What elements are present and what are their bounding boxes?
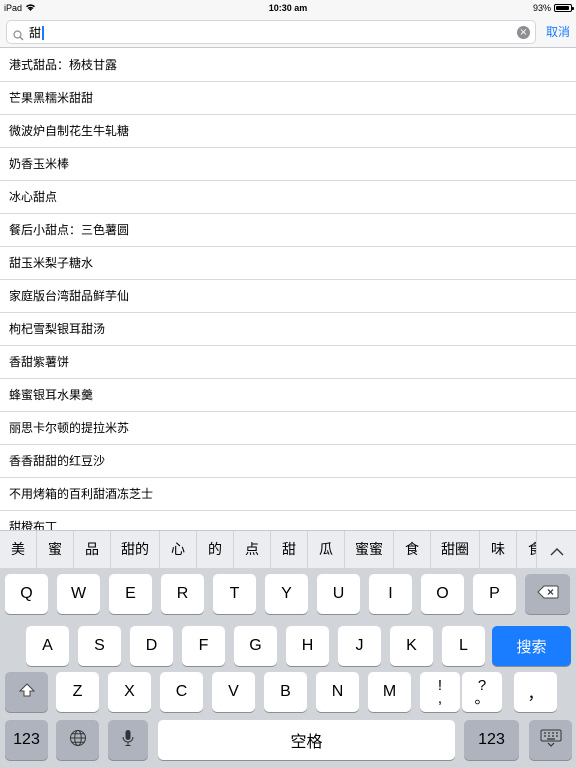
- candidate-word[interactable]: 甜的: [111, 530, 160, 569]
- result-item[interactable]: 不用烤箱的百利甜酒冻芝士: [0, 478, 576, 511]
- key-l[interactable]: L: [442, 626, 485, 666]
- candidate-word[interactable]: 甜圈: [431, 530, 480, 569]
- result-item[interactable]: 芒果黑糯米甜甜: [0, 82, 576, 115]
- result-item[interactable]: 蜂蜜银耳水果羹: [0, 379, 576, 412]
- candidate-word[interactable]: 蜜蜜: [345, 530, 394, 569]
- key-j[interactable]: J: [338, 626, 381, 666]
- microphone-icon: [122, 729, 134, 752]
- clear-icon[interactable]: ×: [517, 26, 530, 39]
- search-key[interactable]: 搜索: [492, 626, 571, 666]
- result-item[interactable]: 冰心甜点: [0, 181, 576, 214]
- dictation-key[interactable]: [108, 720, 148, 760]
- result-item[interactable]: 家庭版台湾甜品鲜芋仙: [0, 280, 576, 313]
- key-t[interactable]: T: [213, 574, 256, 614]
- candidate-word[interactable]: 美: [0, 530, 37, 569]
- status-bar: iPad 10:30 am 93%: [0, 0, 576, 16]
- search-input[interactable]: [29, 23, 509, 41]
- key-f[interactable]: F: [182, 626, 225, 666]
- key-comma[interactable]: ，: [514, 672, 557, 712]
- globe-icon: [69, 729, 87, 752]
- result-item[interactable]: 甜玉米梨子糖水: [0, 247, 576, 280]
- result-item[interactable]: 枸杞雪梨银耳甜汤: [0, 313, 576, 346]
- key-u[interactable]: U: [317, 574, 360, 614]
- key-d[interactable]: D: [130, 626, 173, 666]
- backspace-key[interactable]: [525, 574, 570, 614]
- key-s[interactable]: S: [78, 626, 121, 666]
- result-item[interactable]: 港式甜品：杨枝甘露: [0, 49, 576, 82]
- result-item[interactable]: 香香甜甜的红豆沙: [0, 445, 576, 478]
- key-i[interactable]: I: [369, 574, 412, 614]
- clock: 10:30 am: [268, 3, 308, 13]
- battery-level: [556, 6, 570, 10]
- candidate-word[interactable]: 食: [394, 530, 431, 569]
- results-list: 港式甜品：杨枝甘露 芒果黑糯米甜甜 微波炉自制花生牛轧糖 奶香玉米棒 冰心甜点 餐后小甜点…: [0, 49, 576, 530]
- key-punct2[interactable]: ?。: [462, 672, 502, 712]
- globe-key[interactable]: [56, 720, 99, 760]
- key-k[interactable]: K: [390, 626, 433, 666]
- candidate-word[interactable]: 点: [234, 530, 271, 569]
- key-e[interactable]: E: [109, 574, 152, 614]
- key-n[interactable]: N: [316, 672, 359, 712]
- key-v[interactable]: V: [212, 672, 255, 712]
- search-icon: [13, 26, 24, 45]
- shift-key[interactable]: [5, 672, 48, 712]
- key-b[interactable]: B: [264, 672, 307, 712]
- space-key[interactable]: 空格: [158, 720, 455, 760]
- key-m[interactable]: M: [368, 672, 411, 712]
- battery-percent: 93%: [532, 3, 551, 13]
- text-cursor: [42, 26, 44, 40]
- result-item[interactable]: 餐后小甜点：三色薯圆: [0, 214, 576, 247]
- candidate-word[interactable]: 瓜: [308, 530, 345, 569]
- candidate-word[interactable]: 的: [197, 530, 234, 569]
- key-a[interactable]: A: [26, 626, 69, 666]
- candidate-word[interactable]: 甜: [271, 530, 308, 569]
- numbers-key-right[interactable]: 123: [464, 720, 519, 760]
- key-z[interactable]: Z: [56, 672, 99, 712]
- search-field[interactable]: ×: [6, 20, 536, 44]
- candidate-word[interactable]: 味: [480, 530, 517, 569]
- candidate-word[interactable]: 品: [74, 530, 111, 569]
- result-item[interactable]: 甜橙布丁: [0, 511, 576, 530]
- key-p[interactable]: P: [473, 574, 516, 614]
- search-bar: × 取消: [0, 16, 576, 48]
- cancel-button[interactable]: 取消: [546, 23, 570, 40]
- punct-bottom: ,: [437, 690, 443, 707]
- key-q[interactable]: Q: [5, 574, 48, 614]
- key-o[interactable]: O: [421, 574, 464, 614]
- result-item[interactable]: 微波炉自制花生牛轧糖: [0, 115, 576, 148]
- key-y[interactable]: Y: [265, 574, 308, 614]
- key-x[interactable]: X: [108, 672, 151, 712]
- collapse-candidates-button[interactable]: [536, 531, 576, 569]
- result-item[interactable]: 奶香玉米棒: [0, 148, 576, 181]
- hide-keyboard-key[interactable]: [529, 720, 572, 760]
- candidate-bar: 美蜜品甜的心的点甜瓜蜜蜜食甜圈味食: [0, 530, 576, 569]
- numbers-key[interactable]: 123: [5, 720, 48, 760]
- shift-icon: [18, 682, 35, 702]
- chevron-up-icon: [550, 541, 564, 560]
- punct-bottom: 。: [474, 690, 490, 707]
- key-r[interactable]: R: [161, 574, 204, 614]
- key-h[interactable]: H: [286, 626, 329, 666]
- candidate-word[interactable]: 心: [160, 530, 197, 569]
- result-item[interactable]: 丽思卡尔顿的提拉米苏: [0, 412, 576, 445]
- result-item[interactable]: 香甜紫薯饼: [0, 346, 576, 379]
- backspace-icon: [536, 585, 559, 604]
- key-c[interactable]: C: [160, 672, 203, 712]
- keyboard: Q W E R T Y U I O P A S D F G H J K L 搜索 Z X C V B N M!,?。， 123 空格 12…: [0, 568, 576, 768]
- key-w[interactable]: W: [57, 574, 100, 614]
- key-punct1[interactable]: !,: [420, 672, 460, 712]
- key-g[interactable]: G: [234, 626, 277, 666]
- battery-icon: [554, 4, 574, 12]
- keyboard-hide-icon: [540, 729, 562, 752]
- candidate-word[interactable]: 蜜: [37, 530, 74, 569]
